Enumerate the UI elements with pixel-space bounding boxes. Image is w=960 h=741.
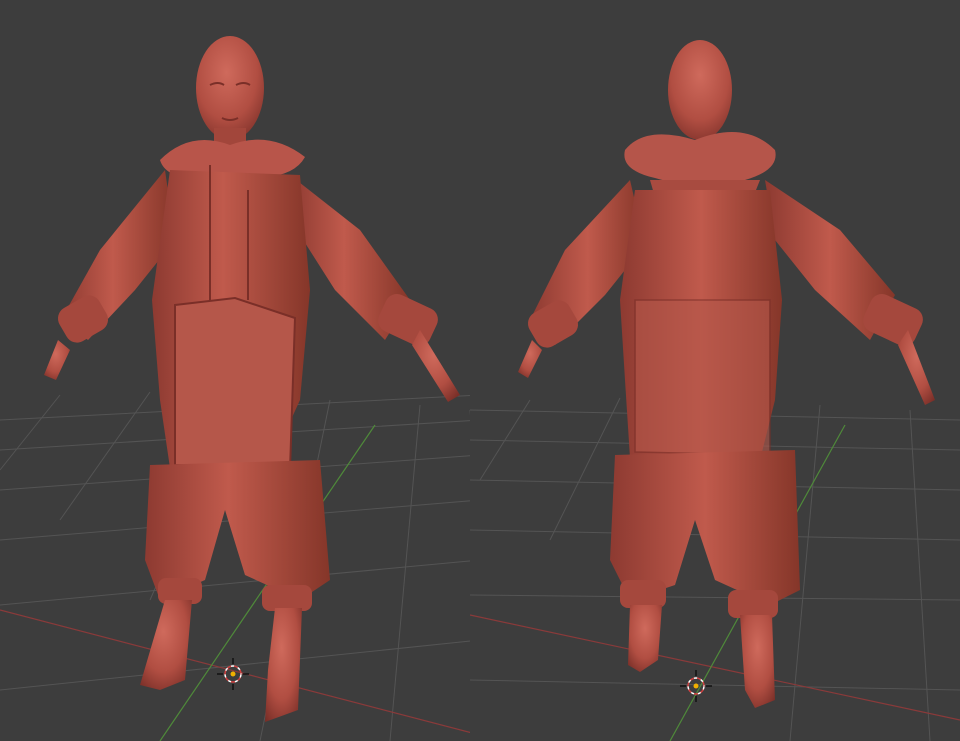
3d-cursor-icon[interactable] [217, 658, 249, 690]
sculpt-figure-front[interactable] [44, 36, 460, 722]
viewport-back-canvas[interactable] [470, 0, 960, 741]
axis-x-line [0, 609, 480, 736]
viewport-front-canvas[interactable] [0, 0, 480, 741]
axis-x-line [470, 614, 960, 721]
sculpt-figure-back[interactable] [518, 40, 935, 708]
viewport-back[interactable] [470, 0, 960, 741]
viewport-front[interactable] [0, 0, 480, 741]
